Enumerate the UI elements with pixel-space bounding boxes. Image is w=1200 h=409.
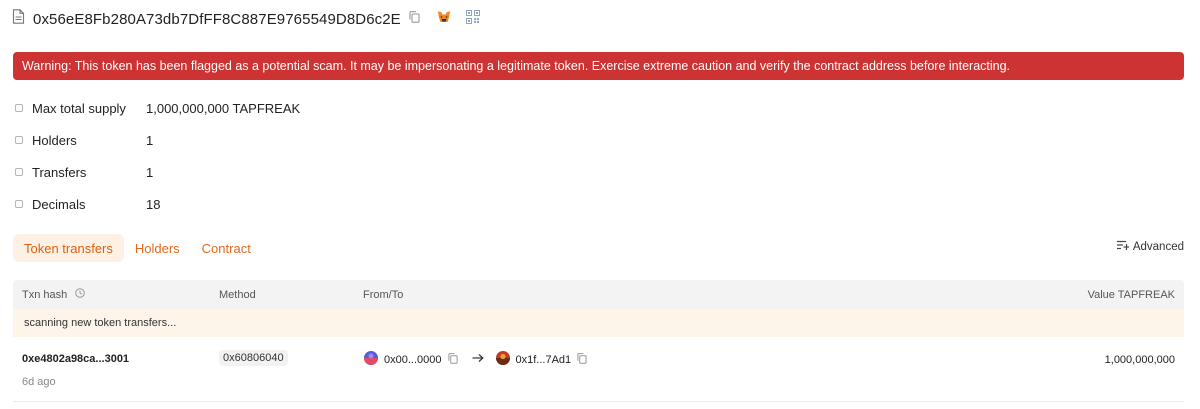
info-icon[interactable] xyxy=(15,104,23,112)
info-icon[interactable] xyxy=(15,200,23,208)
column-txn-hash: Txn hash xyxy=(22,280,86,309)
method-badge: 0x60806040 xyxy=(219,350,288,366)
scam-warning-banner: Warning: This token has been flagged as … xyxy=(13,52,1184,80)
token-header: 0x56eE8Fb280A73db7DfFF8C887E9765549D8D6c… xyxy=(12,8,480,30)
metamask-fox-icon[interactable] xyxy=(436,10,452,29)
detail-label: Decimals xyxy=(32,196,86,212)
table-row: 0xe4802a98ca...3001 6d ago 0x60806040 0x… xyxy=(13,337,1184,402)
to-address-link[interactable]: 0x1f...7Ad1 xyxy=(516,354,572,366)
column-from-to: From/To xyxy=(363,288,404,301)
detail-value: 18 xyxy=(146,196,161,212)
detail-label: Max total supply xyxy=(32,100,126,116)
txn-hash-link[interactable]: 0xe4802a98ca...3001 xyxy=(22,353,129,365)
advanced-filter-button[interactable]: Advanced xyxy=(1116,240,1184,253)
copy-icon[interactable] xyxy=(577,352,587,367)
clock-icon[interactable] xyxy=(75,288,86,301)
filter-icon xyxy=(1116,240,1133,253)
detail-label: Transfers xyxy=(32,164,87,180)
token-address: 0x56eE8Fb280A73db7DfFF8C887E9765549D8D6c… xyxy=(33,10,401,28)
detail-label: Holders xyxy=(32,132,77,148)
scanning-text: scanning new token transfers... xyxy=(24,317,177,329)
detail-transfers: Transfers 1 xyxy=(15,164,153,180)
transfers-table-header: Txn hash Method From/To Value TAPFREAK xyxy=(13,280,1184,309)
copy-icon[interactable] xyxy=(447,352,458,367)
column-label: Txn hash xyxy=(22,288,68,301)
column-method: Method xyxy=(219,288,256,301)
document-icon xyxy=(12,9,25,29)
tab-holders[interactable]: Holders xyxy=(124,234,191,262)
info-icon[interactable] xyxy=(15,168,23,176)
transfer-value: 1,000,000,000 xyxy=(1104,354,1175,366)
from-address-link[interactable]: 0x00...0000 xyxy=(384,354,442,366)
info-icon[interactable] xyxy=(15,136,23,144)
warning-text: Warning: This token has been flagged as … xyxy=(22,59,1011,73)
detail-holders: Holders 1 xyxy=(15,132,153,148)
txn-age: 6d ago xyxy=(22,376,56,388)
arrow-right-icon xyxy=(472,353,484,366)
column-value: Value TAPFREAK xyxy=(1087,288,1175,301)
tab-token-transfers[interactable]: Token transfers xyxy=(13,234,124,262)
address-avatar-icon xyxy=(495,351,510,368)
advanced-label: Advanced xyxy=(1132,240,1184,253)
tab-contract[interactable]: Contract xyxy=(191,234,262,262)
detail-value: 1,000,000,000 TAPFREAK xyxy=(146,100,301,116)
scanning-notice: scanning new token transfers... xyxy=(13,309,1184,337)
from-address: 0x00...0000 0x1f...7Ad1 xyxy=(364,351,587,368)
detail-decimals: Decimals 18 xyxy=(15,196,160,212)
tab-bar: Token transfers Holders Contract xyxy=(13,234,262,262)
copy-icon[interactable] xyxy=(409,10,420,28)
detail-value: 1 xyxy=(146,132,154,148)
detail-max-total-supply: Max total supply 1,000,000,000 TAPFREAK xyxy=(15,100,300,116)
address-avatar-icon xyxy=(364,351,378,368)
detail-value: 1 xyxy=(146,164,154,180)
qr-code-icon[interactable] xyxy=(465,9,480,29)
